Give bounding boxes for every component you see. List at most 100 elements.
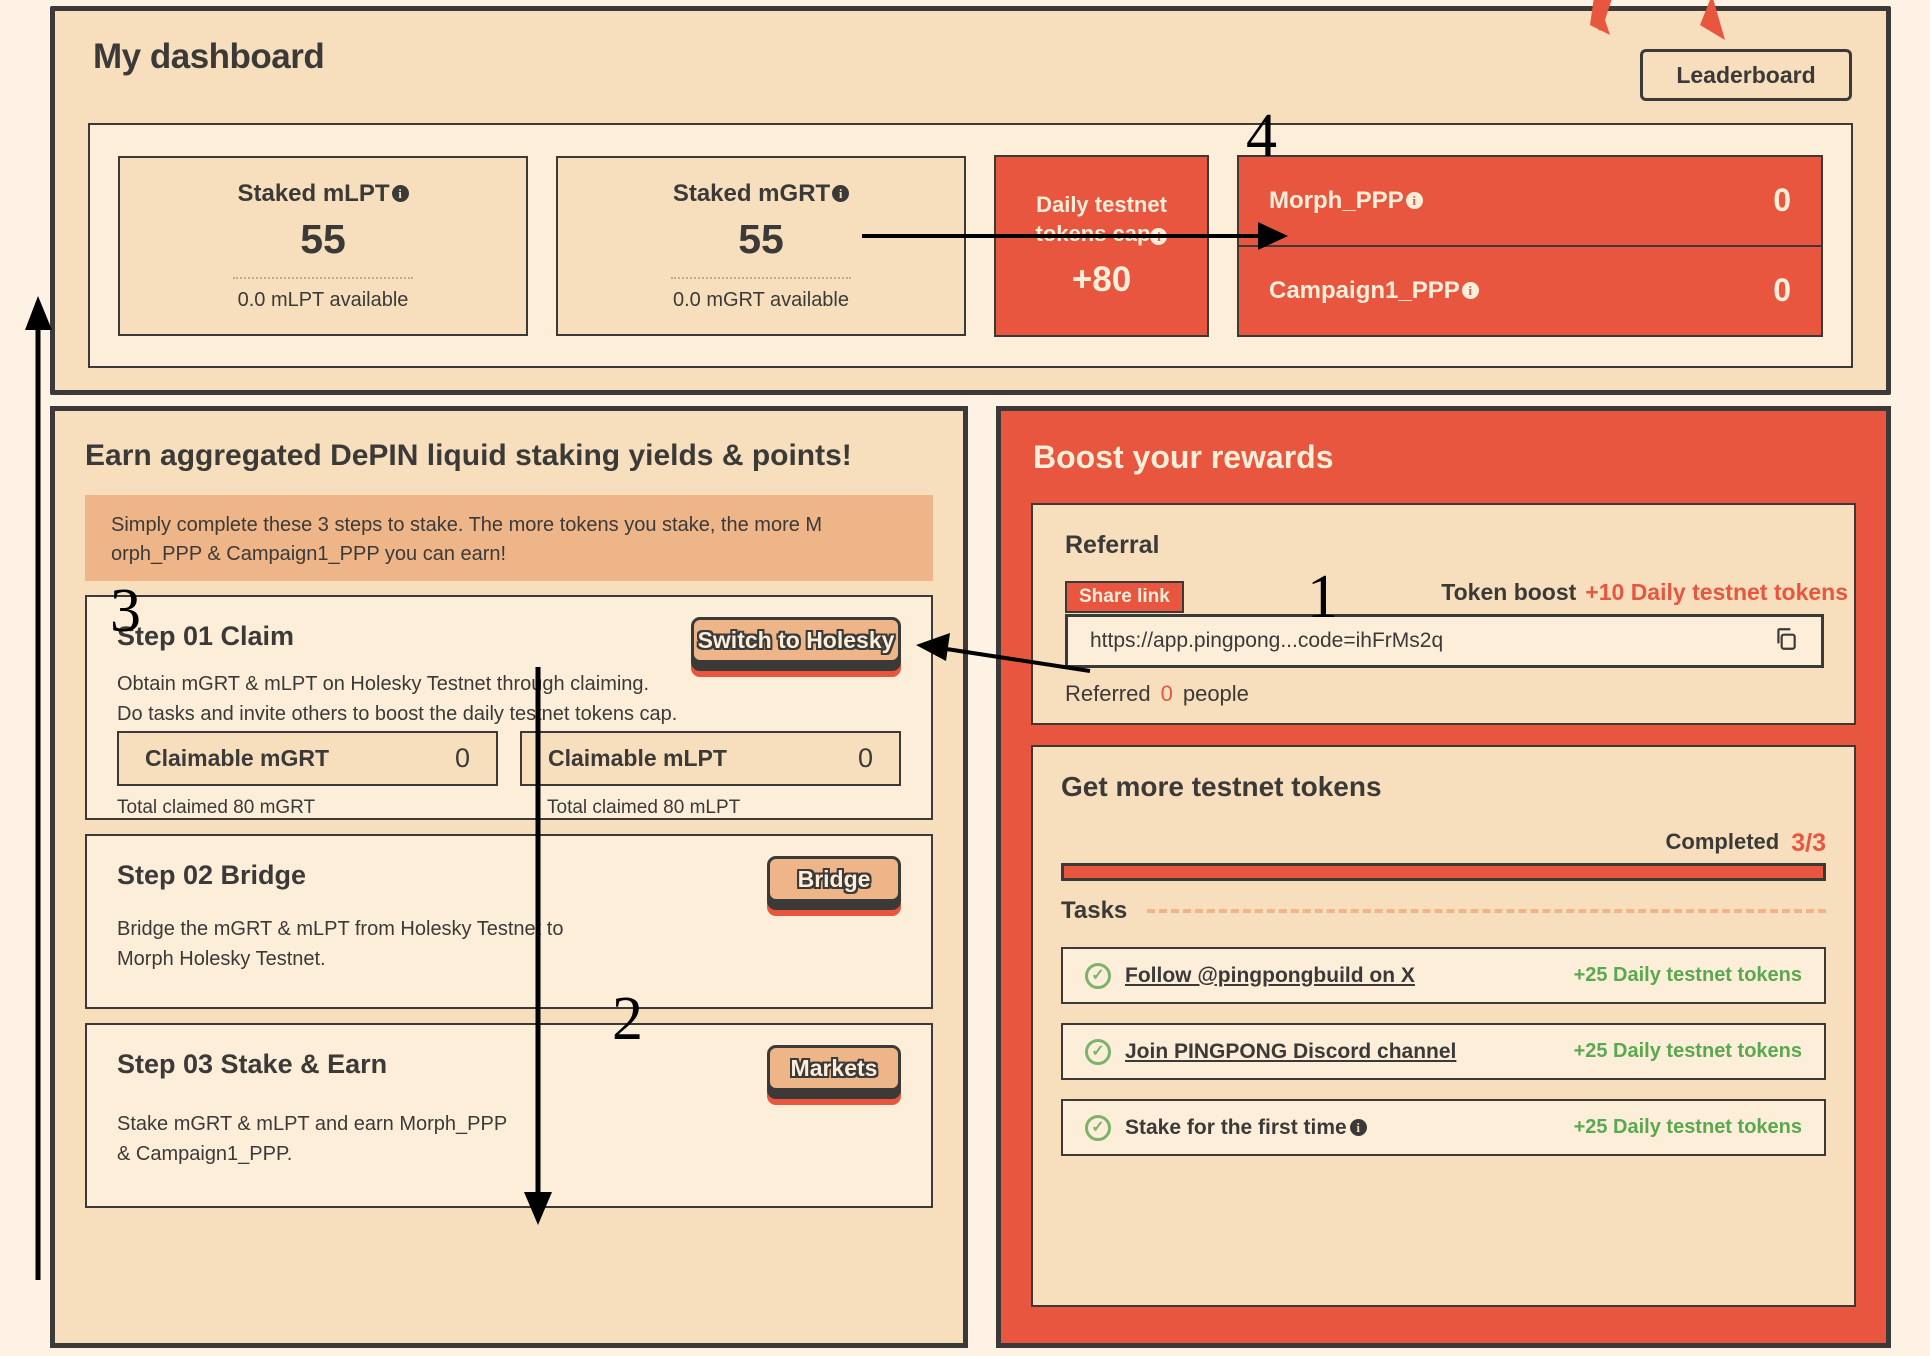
token-boost-label: Token boost	[1441, 579, 1577, 605]
claimable-mlpt-label: Claimable mLPT	[548, 745, 727, 771]
info-icon[interactable]: i	[1349, 1119, 1367, 1136]
check-circle-icon: ✓	[1085, 1114, 1111, 1141]
referral-title: Referral	[1065, 531, 1160, 559]
get-more-tokens-card: Get more testnet tokens Completed 3/3 Ta…	[1031, 745, 1856, 1307]
stat-value: 55	[300, 215, 346, 262]
earn-panel-title: Earn aggregated DePIN liquid staking yie…	[85, 439, 852, 472]
points-row-morph: Morph_PPP i 0	[1239, 157, 1821, 245]
step-02-desc: Bridge the mGRT & mLPT from Holesky Test…	[117, 914, 563, 975]
info-icon[interactable]: i	[1461, 282, 1479, 299]
completed-value: 3/3	[1791, 829, 1826, 857]
task-reward: +25 Daily testnet tokens	[1573, 964, 1802, 986]
task-row[interactable]: ✓ Join PINGPONG Discord channel +25 Dail…	[1061, 1023, 1826, 1080]
points-value: 0	[1773, 182, 1791, 218]
daily-testnet-tokens-cap-card: Daily testnet tokens cap i +80	[994, 154, 1209, 337]
step-03-card: Step 03 Stake & Earn Markets Stake mGRT …	[85, 1023, 933, 1208]
tasks-progress-bar	[1061, 863, 1826, 881]
step-02-card: Step 02 Bridge Bridge Bridge the mGRT & …	[85, 834, 933, 1009]
info-icon[interactable]: i	[391, 185, 409, 202]
boost-panel: Boost your rewards Referral Share link T…	[996, 406, 1891, 1348]
stat-label-text: Staked mLPT	[237, 179, 390, 207]
note-line1: Simply complete these 3 steps to stake. …	[111, 514, 823, 536]
referral-card: Referral Share link Token boost +10 Dail…	[1031, 503, 1856, 725]
task-row[interactable]: ✓ Follow @pingpongbuild on X +25 Daily t…	[1061, 947, 1826, 1004]
divider	[233, 276, 413, 279]
referred-prefix: Referred	[1065, 681, 1151, 706]
cap-label-line1: Daily testnet	[1036, 192, 1167, 218]
stat-label: Staked mGRT i	[673, 180, 850, 208]
points-row-campaign1: Campaign1_PPP i 0	[1239, 244, 1821, 335]
step-03-desc-line2: & Campaign1_PPP.	[117, 1143, 293, 1166]
task-left: ✓ Follow @pingpongbuild on X	[1085, 962, 1415, 989]
share-link-tag[interactable]: Share link	[1065, 581, 1184, 613]
task-left: ✓ Join PINGPONG Discord channel	[1085, 1038, 1456, 1065]
boost-panel-title: Boost your rewards	[1033, 439, 1334, 475]
step-02-title: Step 02 Bridge	[117, 860, 307, 890]
info-icon[interactable]: i	[1150, 227, 1168, 245]
points-name-text: Morph_PPP	[1269, 186, 1404, 214]
task-label-text: Stake for the first time	[1125, 1115, 1347, 1139]
info-icon[interactable]: i	[832, 185, 850, 202]
copy-icon[interactable]	[1773, 626, 1799, 657]
page-title: My dashboard	[93, 37, 325, 76]
step-03-desc-line1: Stake mGRT & mLPT and earn Morph_PPP	[117, 1113, 508, 1135]
referred-line: Referred 0 people	[1065, 681, 1249, 707]
cap-value: +80	[1071, 259, 1132, 299]
note-line2: orph_PPP & Campaign1_PPP you can earn!	[111, 543, 507, 565]
earn-panel: Earn aggregated DePIN liquid staking yie…	[50, 406, 968, 1348]
switch-to-holesky-button[interactable]: Switch to Holesky	[691, 617, 901, 663]
cap-label: Daily testnet tokens cap i	[1036, 191, 1168, 247]
task-reward: +25 Daily testnet tokens	[1573, 1116, 1802, 1138]
step-01-title: Step 01 Claim	[117, 621, 295, 651]
earn-panel-note: Simply complete these 3 steps to stake. …	[85, 495, 933, 581]
claimable-mlpt-value: 0	[857, 743, 873, 773]
step-03-desc: Stake mGRT & mLPT and earn Morph_PPP & C…	[117, 1109, 507, 1170]
stat-card-staked-mgrt: Staked mGRT i 55 0.0 mGRT available	[556, 155, 966, 336]
info-icon[interactable]: i	[1405, 192, 1423, 209]
bridge-button[interactable]: Bridge	[767, 856, 901, 902]
leaderboard-button[interactable]: Leaderboard	[1640, 49, 1852, 101]
dashboard-card: My dashboard Leaderboard Staked mLPT i 5…	[50, 6, 1891, 395]
stats-strip: Staked mLPT i 55 0.0 mLPT available Stak…	[88, 123, 1853, 368]
stat-card-staked-mlpt: Staked mLPT i 55 0.0 mLPT available	[118, 155, 528, 336]
check-circle-icon: ✓	[1085, 962, 1111, 989]
token-boost-amount: +10 Daily testnet tokens	[1585, 579, 1848, 605]
tasks-divider	[1147, 909, 1826, 913]
tasks-header: Tasks	[1061, 893, 1826, 929]
tasks-label: Tasks	[1061, 897, 1128, 924]
total-claimed-mgrt: Total claimed 80 mGRT	[117, 797, 316, 818]
task-row[interactable]: ✓ Stake for the first time i +25 Daily t…	[1061, 1099, 1826, 1156]
points-name: Morph_PPP i	[1269, 187, 1423, 215]
points-name: Campaign1_PPP i	[1269, 277, 1479, 305]
check-circle-icon: ✓	[1085, 1038, 1111, 1065]
task-label[interactable]: Follow @pingpongbuild on X	[1125, 964, 1415, 988]
task-label[interactable]: Join PINGPONG Discord channel	[1125, 1040, 1456, 1064]
referral-link-field[interactable]: https://app.pingpong...code=ihFrMs2q	[1065, 614, 1824, 668]
completed-label: Completed	[1665, 829, 1780, 854]
referred-count: 0	[1160, 681, 1173, 706]
step-03-title: Step 03 Stake & Earn	[117, 1049, 388, 1079]
get-more-tokens-title: Get more testnet tokens	[1061, 771, 1382, 802]
stat-sub: 0.0 mLPT available	[237, 288, 409, 311]
step-01-card: Step 01 Claim Switch to Holesky Obtain m…	[85, 595, 933, 820]
claimable-mgrt-label: Claimable mGRT	[145, 745, 330, 771]
app-root: My dashboard Leaderboard Staked mLPT i 5…	[0, 0, 1930, 1356]
step-01-desc: Obtain mGRT & mLPT on Holesky Testnet th…	[117, 669, 677, 730]
claimables-row: Claimable mGRT 0 Claimable mLPT 0	[117, 731, 901, 786]
referred-suffix: people	[1182, 681, 1249, 706]
step-02-desc-line1: Bridge the mGRT & mLPT from Holesky Test…	[117, 918, 564, 940]
step-02-desc-line2: Morph Holesky Testnet.	[117, 948, 326, 971]
claimable-mlpt-box: Claimable mLPT 0	[520, 731, 901, 786]
cap-label-line2: tokens cap	[1035, 220, 1151, 246]
referral-link-text: https://app.pingpong...code=ihFrMs2q	[1090, 629, 1444, 652]
stat-label: Staked mLPT i	[237, 179, 409, 208]
task-reward: +25 Daily testnet tokens	[1573, 1040, 1802, 1062]
total-claimed-mlpt: Total claimed 80 mLPT	[547, 797, 741, 818]
token-boost-line: Token boost +10 Daily testnet tokens	[1441, 579, 1848, 606]
points-value: 0	[1773, 272, 1791, 308]
divider	[671, 276, 851, 279]
step-01-desc-line2: Do tasks and invite others to boost the …	[117, 703, 678, 726]
stat-value: 55	[738, 215, 784, 262]
completed-line: Completed 3/3	[1666, 829, 1826, 858]
markets-button[interactable]: Markets	[767, 1045, 901, 1091]
